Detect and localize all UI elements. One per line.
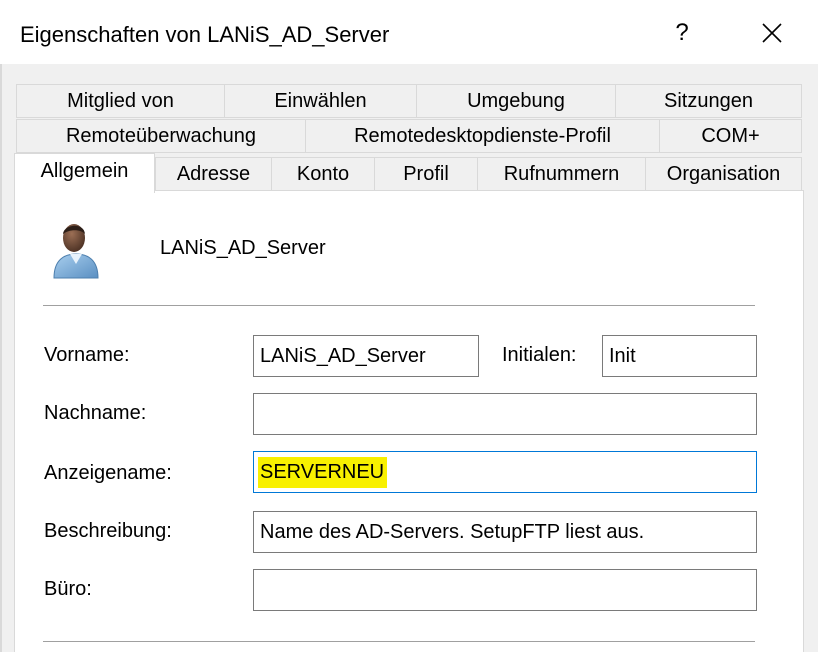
tab-sitzungen[interactable]: Sitzungen xyxy=(615,84,802,118)
user-icon xyxy=(50,218,102,282)
close-button[interactable] xyxy=(742,10,802,56)
close-icon xyxy=(762,23,782,43)
tab-organisation[interactable]: Organisation xyxy=(645,157,802,191)
tab-profil[interactable]: Profil xyxy=(374,157,478,191)
tab-mitglied-von[interactable]: Mitglied von xyxy=(16,84,225,118)
anzeigename-value: SERVERNEU xyxy=(258,456,388,488)
separator-top xyxy=(43,305,755,306)
tab-remoteueberwachung[interactable]: Remoteüberwachung xyxy=(16,119,306,153)
tab-com-plus[interactable]: COM+ xyxy=(659,119,802,153)
tab-umgebung[interactable]: Umgebung xyxy=(416,84,616,118)
separator-bottom xyxy=(43,641,755,642)
nachname-field[interactable] xyxy=(253,393,757,435)
help-button[interactable]: ? xyxy=(652,10,712,56)
vorname-field[interactable]: LANiS_AD_Server xyxy=(253,335,479,377)
buero-label: Büro: xyxy=(44,578,92,600)
vorname-value: LANiS_AD_Server xyxy=(260,344,426,367)
initialen-label: Initialen: xyxy=(502,344,577,366)
beschreibung-label: Beschreibung: xyxy=(44,520,172,542)
anzeigename-field[interactable]: SERVERNEU xyxy=(253,451,757,493)
beschreibung-value: Name des AD-Servers. SetupFTP liest aus. xyxy=(260,520,645,543)
initialen-value: Init xyxy=(609,344,636,367)
object-name: LANiS_AD_Server xyxy=(160,237,326,259)
tab-remotedesktopdienste-profil[interactable]: Remotedesktopdienste-Profil xyxy=(305,119,660,153)
initialen-field[interactable]: Init xyxy=(602,335,757,377)
window-border xyxy=(0,64,2,652)
vorname-label: Vorname: xyxy=(44,344,130,366)
tab-einwaehlen[interactable]: Einwählen xyxy=(224,84,417,118)
tab-adresse[interactable]: Adresse xyxy=(155,157,272,191)
beschreibung-field[interactable]: Name des AD-Servers. SetupFTP liest aus. xyxy=(253,511,757,553)
properties-dialog: Eigenschaften von LANiS_AD_Server ? Mitg… xyxy=(0,0,818,652)
nachname-label: Nachname: xyxy=(44,402,147,424)
tab-rufnummern[interactable]: Rufnummern xyxy=(477,157,646,191)
window-title: Eigenschaften von LANiS_AD_Server xyxy=(20,22,390,47)
title-bar: Eigenschaften von LANiS_AD_Server ? xyxy=(0,0,818,64)
tab-konto[interactable]: Konto xyxy=(271,157,375,191)
anzeigename-label: Anzeigename: xyxy=(44,462,172,484)
tab-allgemein[interactable]: Allgemein xyxy=(14,153,155,193)
buero-field[interactable] xyxy=(253,569,757,611)
